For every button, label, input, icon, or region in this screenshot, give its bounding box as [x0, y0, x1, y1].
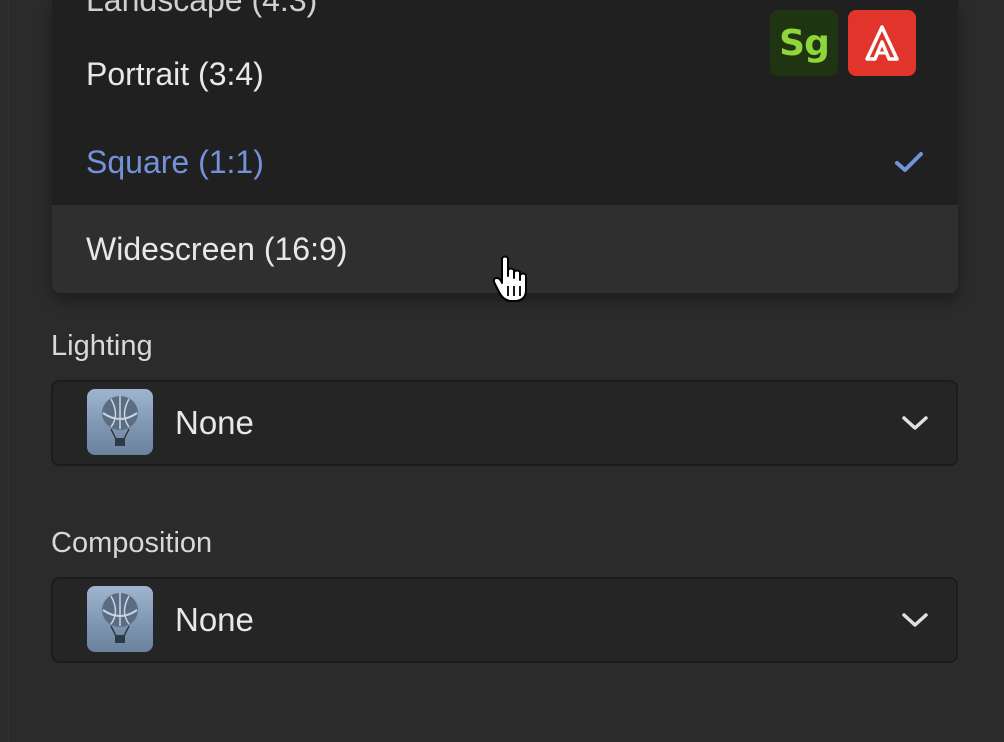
adobe-firefly-badge [848, 10, 916, 76]
hot-air-balloon-icon [87, 389, 153, 455]
adobe-a-icon [865, 25, 899, 61]
checkmark-icon [895, 152, 923, 172]
hot-air-balloon-icon [87, 586, 153, 652]
composition-select[interactable]: None [51, 577, 958, 663]
panel-edge [8, 0, 9, 742]
settings-panel: Landscape (4:3) Portrait (3:4) Square (1… [0, 0, 1004, 742]
menu-item-label: Square (1:1) [86, 143, 264, 180]
lighting-value: None [175, 404, 254, 441]
menu-item-label: Landscape (4:3) [86, 0, 317, 19]
hand-cursor-icon [492, 255, 527, 302]
menu-item-square[interactable]: Square (1:1) [52, 118, 958, 206]
lighting-label: Lighting [51, 330, 153, 362]
chevron-down-icon [902, 416, 928, 430]
composition-value: None [175, 601, 254, 638]
substance-badge: Sg [770, 10, 838, 76]
badge-text: Sg [779, 22, 830, 64]
lighting-select[interactable]: None [51, 380, 958, 466]
chevron-down-icon [902, 613, 928, 627]
composition-label: Composition [51, 527, 213, 559]
menu-item-label: Widescreen (16:9) [86, 230, 348, 267]
menu-item-label: Portrait (3:4) [86, 55, 264, 92]
